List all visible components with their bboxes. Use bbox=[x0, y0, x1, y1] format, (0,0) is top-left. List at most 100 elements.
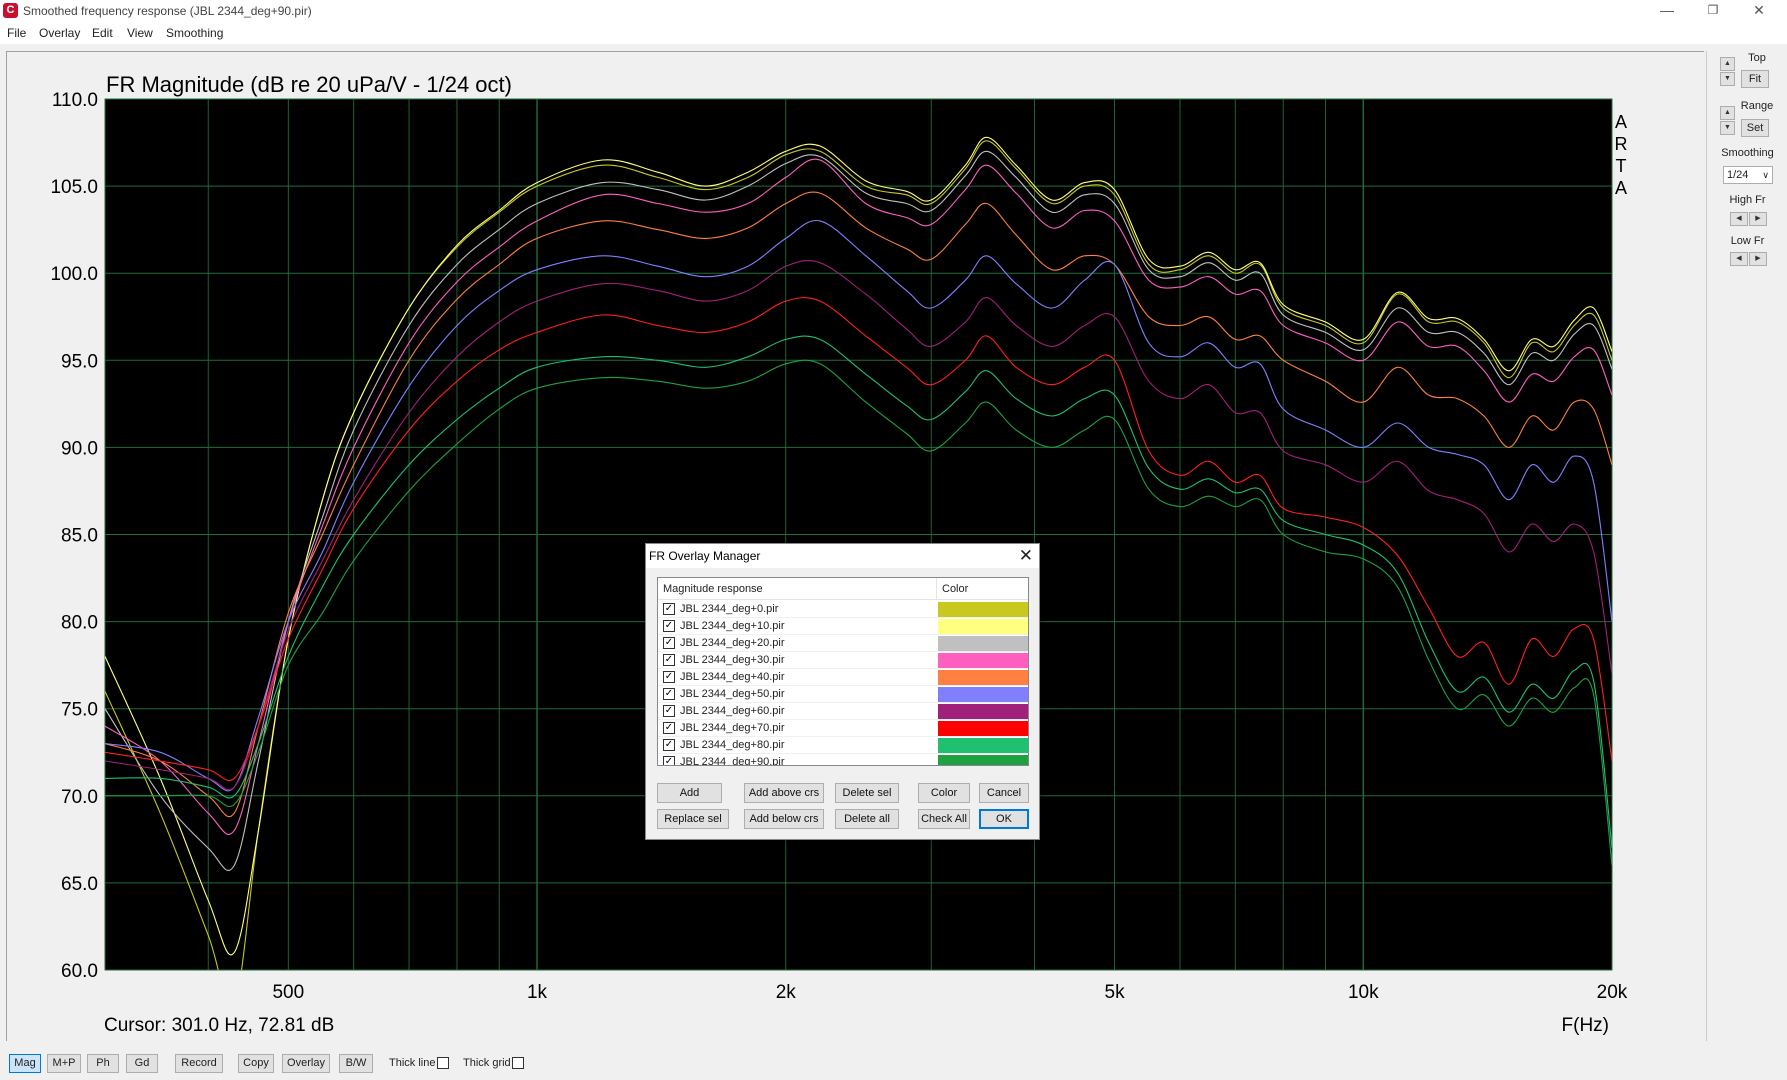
overlay-checkbox[interactable]: ✓ bbox=[663, 688, 675, 700]
column-header-color[interactable]: Color bbox=[942, 583, 968, 595]
close-icon[interactable]: ✕ bbox=[1019, 546, 1033, 566]
y-tick-label: 80.0 bbox=[61, 613, 98, 634]
x-tick-label: 500 bbox=[272, 982, 304, 1003]
overlay-list[interactable]: Magnitude response Color ✓ JBL 2344_deg+0… bbox=[657, 577, 1029, 766]
add-button[interactable]: Add bbox=[657, 783, 722, 803]
thick-grid-label: Thick grid bbox=[463, 1057, 511, 1069]
restore-icon[interactable]: ❐ bbox=[1690, 0, 1736, 22]
menu-edit[interactable]: Edit bbox=[92, 26, 113, 40]
delete-selected-button[interactable]: Delete sel bbox=[835, 783, 899, 803]
list-item[interactable]: ✓ JBL 2344_deg+0.pir bbox=[658, 601, 1028, 618]
overlay-checkbox[interactable]: ✓ bbox=[663, 705, 675, 717]
color-swatch[interactable] bbox=[938, 704, 1028, 719]
high-fr-right-arrow-icon[interactable]: ▶ bbox=[1749, 212, 1767, 226]
color-swatch[interactable] bbox=[938, 738, 1028, 753]
y-tick-label: 70.0 bbox=[61, 787, 98, 808]
high-fr-label: High Fr bbox=[1729, 194, 1766, 206]
color-swatch[interactable] bbox=[938, 653, 1028, 668]
color-swatch[interactable] bbox=[938, 602, 1028, 617]
overlay-checkbox[interactable]: ✓ bbox=[663, 722, 675, 734]
column-divider[interactable] bbox=[936, 578, 937, 600]
x-axis-label: F(Hz) bbox=[1562, 1015, 1609, 1036]
fit-button[interactable]: Fit bbox=[1741, 70, 1769, 88]
list-item[interactable]: ✓ JBL 2344_deg+40.pir bbox=[658, 669, 1028, 686]
menu-file[interactable]: File bbox=[7, 26, 26, 40]
list-item[interactable]: ✓ JBL 2344_deg+60.pir bbox=[658, 703, 1028, 720]
ph-button[interactable]: Ph bbox=[87, 1054, 119, 1073]
minimize-icon[interactable]: — bbox=[1644, 0, 1690, 22]
side-control-panel: ▲ ▼ Top Fit ▲ ▼ Range Set Smoothing 1/24… bbox=[1706, 51, 1787, 1041]
logo-letter: A bbox=[1615, 112, 1627, 132]
bw-button[interactable]: B/W bbox=[339, 1054, 373, 1073]
logo-letter: A bbox=[1615, 178, 1627, 198]
mag-button[interactable]: Mag bbox=[9, 1054, 41, 1073]
overlay-name: JBL 2344_deg+0.pir bbox=[680, 603, 779, 615]
color-swatch[interactable] bbox=[938, 755, 1028, 765]
overlay-checkbox[interactable]: ✓ bbox=[663, 620, 675, 632]
menu-smoothing[interactable]: Smoothing bbox=[166, 26, 223, 40]
low-fr-left-arrow-icon[interactable]: ◀ bbox=[1730, 252, 1748, 266]
list-item[interactable]: ✓ JBL 2344_deg+10.pir bbox=[658, 618, 1028, 635]
overlay-checkbox[interactable]: ✓ bbox=[663, 603, 675, 615]
color-swatch[interactable] bbox=[938, 619, 1028, 634]
close-icon[interactable]: ✕ bbox=[1736, 0, 1782, 22]
color-swatch[interactable] bbox=[938, 687, 1028, 702]
set-button[interactable]: Set bbox=[1741, 119, 1769, 137]
color-swatch[interactable] bbox=[938, 721, 1028, 736]
ok-button[interactable]: OK bbox=[979, 809, 1029, 829]
overlay-name: JBL 2344_deg+50.pir bbox=[680, 688, 785, 700]
thick-line-checkbox[interactable] bbox=[437, 1057, 449, 1069]
overlay-checkbox[interactable]: ✓ bbox=[663, 654, 675, 666]
gd-button[interactable]: Gd bbox=[126, 1054, 158, 1073]
x-tick-label: 10k bbox=[1348, 982, 1379, 1003]
window-title: Smoothed frequency response (JBL 2344_de… bbox=[23, 4, 312, 18]
overlay-checkbox[interactable]: ✓ bbox=[663, 637, 675, 649]
x-axis-ticks: 500 1k 2k 5k 10k 20k bbox=[272, 982, 1627, 1003]
color-button[interactable]: Color bbox=[918, 783, 970, 803]
dialog-title: FR Overlay Manager bbox=[649, 549, 761, 563]
low-fr-right-arrow-icon[interactable]: ▶ bbox=[1749, 252, 1767, 266]
menu-overlay[interactable]: Overlay bbox=[39, 26, 80, 40]
menu-bar: File Overlay Edit View Smoothing bbox=[0, 22, 1787, 44]
thick-line-label: Thick line bbox=[389, 1057, 436, 1069]
list-item[interactable]: ✓ JBL 2344_deg+70.pir bbox=[658, 720, 1028, 737]
mp-button[interactable]: M+P bbox=[47, 1054, 81, 1073]
smoothing-select[interactable]: 1/24 ∨ bbox=[1723, 166, 1773, 184]
y-axis-ticks: 110.0 105.0 100.0 95.0 90.0 85.0 80.0 75.0 70.0 6… bbox=[50, 90, 98, 982]
dialog-title-bar: FR Overlay Manager ✕ bbox=[646, 544, 1039, 568]
overlay-button[interactable]: Overlay bbox=[282, 1054, 330, 1073]
copy-button[interactable]: Copy bbox=[238, 1054, 274, 1073]
column-header-response[interactable]: Magnitude response bbox=[663, 583, 763, 595]
y-tick-label: 105.0 bbox=[50, 177, 98, 198]
add-above-cursor-button[interactable]: Add above crs bbox=[744, 783, 824, 803]
replace-selected-button[interactable]: Replace sel bbox=[657, 809, 729, 829]
y-tick-label: 110.0 bbox=[52, 90, 98, 111]
overlay-name: JBL 2344_deg+90.pir bbox=[680, 756, 785, 766]
color-swatch[interactable] bbox=[938, 636, 1028, 651]
overlay-checkbox[interactable]: ✓ bbox=[663, 671, 675, 683]
delete-all-button[interactable]: Delete all bbox=[835, 809, 899, 829]
list-item[interactable]: ✓ JBL 2344_deg+90.pir bbox=[658, 754, 1028, 766]
high-fr-left-arrow-icon[interactable]: ◀ bbox=[1730, 212, 1748, 226]
record-button[interactable]: Record bbox=[175, 1054, 223, 1073]
top-down-arrow-icon[interactable]: ▼ bbox=[1720, 72, 1735, 86]
cancel-button[interactable]: Cancel bbox=[979, 783, 1029, 803]
thick-grid-checkbox[interactable] bbox=[512, 1057, 524, 1069]
list-item[interactable]: ✓ JBL 2344_deg+80.pir bbox=[658, 737, 1028, 754]
list-item[interactable]: ✓ JBL 2344_deg+20.pir bbox=[658, 635, 1028, 652]
arta-logo: A R T A bbox=[1615, 112, 1628, 198]
smoothing-label: Smoothing bbox=[1721, 147, 1774, 159]
list-item[interactable]: ✓ JBL 2344_deg+30.pir bbox=[658, 652, 1028, 669]
overlay-checkbox[interactable]: ✓ bbox=[663, 739, 675, 751]
arta-window: C Smoothed frequency response (JBL 2344_… bbox=[0, 0, 1787, 1080]
check-all-button[interactable]: Check All bbox=[918, 809, 970, 829]
overlay-checkbox[interactable]: ✓ bbox=[663, 756, 675, 765]
color-swatch[interactable] bbox=[938, 670, 1028, 685]
top-label: Top bbox=[1748, 52, 1766, 64]
y-tick-label: 60.0 bbox=[61, 961, 98, 982]
smoothing-value: 1/24 bbox=[1727, 169, 1749, 181]
list-item[interactable]: ✓ JBL 2344_deg+50.pir bbox=[658, 686, 1028, 703]
add-below-cursor-button[interactable]: Add below crs bbox=[744, 809, 824, 829]
range-down-arrow-icon[interactable]: ▼ bbox=[1720, 121, 1735, 135]
menu-view[interactable]: View bbox=[127, 26, 153, 40]
